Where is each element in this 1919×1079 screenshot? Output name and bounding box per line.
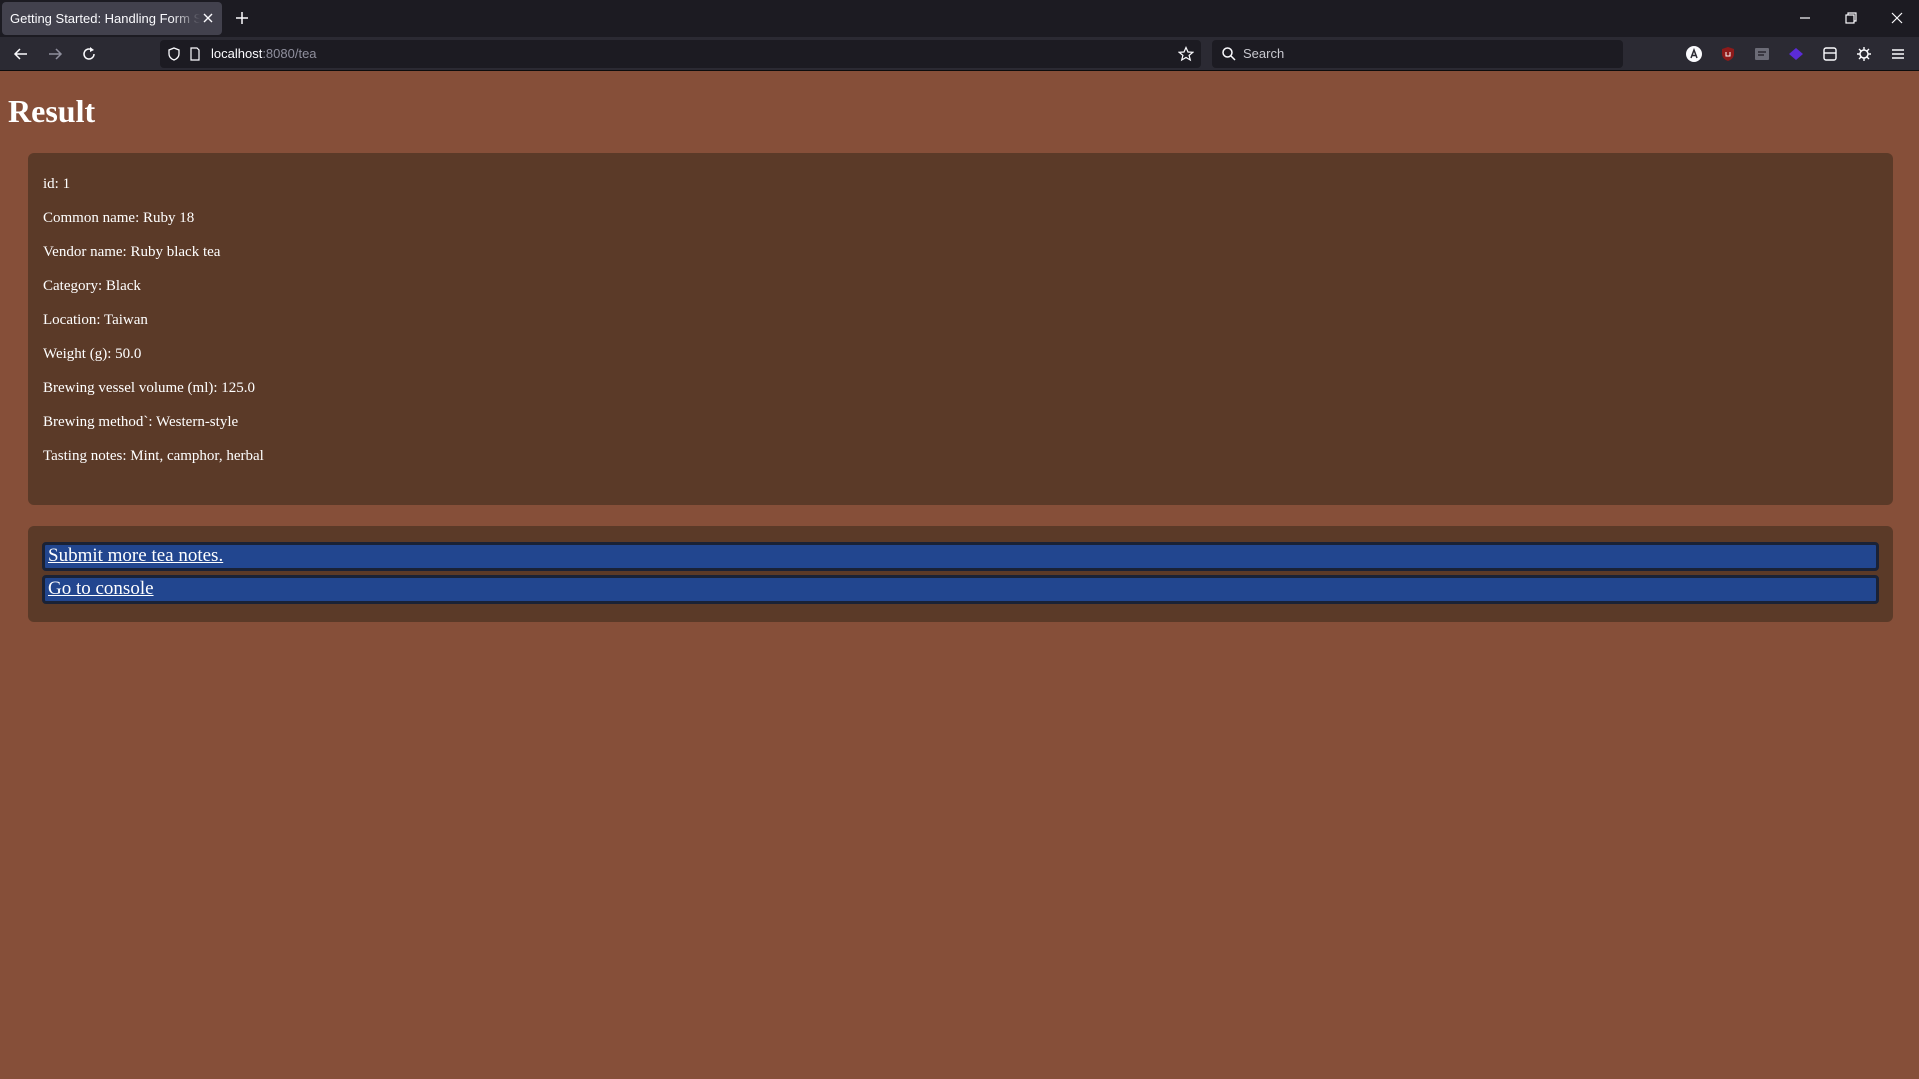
page-title: Result [8,93,96,129]
result-card: id: 1 Common name: Ruby 18 Vendor name: … [28,153,1893,505]
field-category: Category: Black [43,278,141,294]
url-host: localhost [211,46,263,61]
links-card: Submit more tea notes. Go to console [28,526,1893,622]
field-tasting-notes: Tasting notes: Mint, camphor, herbal [43,448,264,464]
search-icon [1222,47,1236,61]
field-vessel-volume: Brewing vessel volume (ml): 125.0 [43,380,256,396]
forward-icon[interactable] [46,45,64,63]
field-common-name: Common name: Ruby 18 [43,210,195,226]
purple-extension-icon[interactable] [1787,45,1805,63]
ublock-icon[interactable] [1719,45,1737,63]
field-id: id: 1 [43,176,71,192]
url-path: :8080/tea [262,46,317,61]
url-text[interactable]: localhost:8080/tea [211,46,317,61]
extension-box-icon[interactable] [1753,45,1771,63]
window-close-icon[interactable] [1888,9,1906,27]
account-icon[interactable] [1685,45,1703,63]
navigation-toolbar: localhost:8080/tea Search [0,37,1919,71]
search-bar[interactable]: Search [1212,40,1623,68]
page-content: Result id: 1 Common name: Ruby 18 Vendor… [0,71,1919,1079]
active-tab[interactable]: Getting Started: Handling Form Submissio… [2,2,222,35]
submit-more-link[interactable]: Submit more tea notes. [42,542,1879,571]
back-icon[interactable] [12,45,30,63]
search-placeholder: Search [1243,46,1285,61]
bookmark-star-icon[interactable] [1178,46,1194,62]
field-brewing-method: Brewing method`: Western-style [43,414,239,430]
minimize-icon[interactable] [1796,9,1814,27]
restore-icon[interactable] [1842,9,1860,27]
go-to-console-link[interactable]: Go to console [42,575,1879,604]
page-icon[interactable] [187,46,203,62]
field-vendor-name: Vendor name: Ruby black tea [43,244,221,260]
tab-strip: Getting Started: Handling Form Submissio… [0,0,1919,37]
field-location: Location: Taiwan [43,312,148,328]
new-tab-icon[interactable] [233,9,251,27]
gear-icon[interactable] [1855,45,1873,63]
close-tab-icon[interactable] [200,10,216,26]
containers-icon[interactable] [1821,45,1839,63]
reload-icon[interactable] [80,45,98,63]
field-weight: Weight (g): 50.0 [43,346,142,362]
address-bar[interactable]: localhost:8080/tea [160,40,1201,68]
tab-title: Getting Started: Handling Form Submissio… [10,11,200,26]
shield-icon[interactable] [166,46,182,62]
menu-icon[interactable] [1889,45,1907,63]
